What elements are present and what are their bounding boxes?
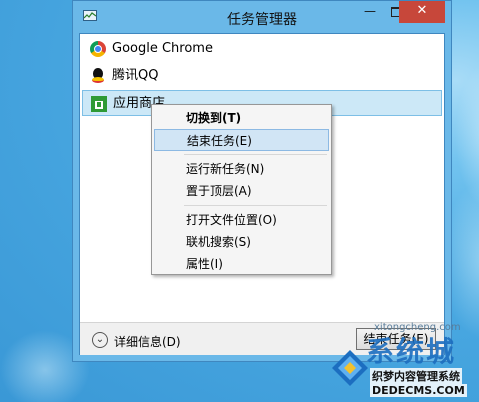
app-name: 腾讯QQ (112, 68, 159, 83)
menu-item-label: 置于顶层(A) (186, 184, 252, 198)
menu-separator (184, 205, 327, 206)
watermark-url2: DEDECMS.COM (370, 384, 467, 397)
close-icon: ✕ (416, 3, 428, 18)
watermark-logo-icon (332, 350, 368, 386)
details-label[interactable]: 详细信息(D) (114, 333, 181, 350)
menu-item-switch-to[interactable]: 切换到(T) (154, 107, 329, 129)
menu-item-label: 切换到(T) (186, 111, 242, 125)
minimize-icon: — (364, 4, 376, 18)
menu-item-end-task[interactable]: 结束任务(E) (154, 129, 329, 151)
watermark-cn-text: 织梦内容管理系统 (370, 368, 462, 384)
title-bar[interactable]: 任务管理器 — ✕ (73, 1, 451, 33)
menu-item-properties[interactable]: 属性(I) (154, 253, 329, 275)
menu-item-open-file-location[interactable]: 打开文件位置(O) (154, 209, 329, 231)
chevron-down-icon[interactable]: ⌄ (92, 332, 108, 348)
menu-item-search-online[interactable]: 联机搜索(S) (154, 231, 329, 253)
store-icon (91, 96, 107, 112)
close-button[interactable]: ✕ (399, 1, 445, 23)
menu-item-label: 结束任务(E) (187, 134, 252, 148)
list-item[interactable]: Google Chrome (82, 36, 442, 62)
list-item[interactable]: 腾讯QQ (82, 63, 442, 89)
menu-item-label: 属性(I) (186, 257, 223, 271)
menu-item-always-on-top[interactable]: 置于顶层(A) (154, 180, 329, 202)
app-name: Google Chrome (112, 41, 213, 56)
chrome-icon (90, 41, 106, 57)
qq-icon (90, 68, 106, 84)
menu-item-label: 打开文件位置(O) (186, 213, 277, 227)
menu-separator (184, 154, 327, 155)
watermark: xitongcheng.com 系统城 织梦内容管理系统 DEDECMS.COM (326, 320, 479, 402)
minimize-button[interactable]: — (357, 1, 383, 23)
context-menu: 切换到(T) 结束任务(E) 运行新任务(N) 置于顶层(A) 打开文件位置(O… (151, 104, 332, 275)
menu-item-label: 运行新任务(N) (186, 162, 265, 176)
watermark-brand: 系统城 (366, 335, 457, 368)
menu-item-run-new-task[interactable]: 运行新任务(N) (154, 158, 329, 180)
menu-item-label: 联机搜索(S) (186, 235, 251, 249)
